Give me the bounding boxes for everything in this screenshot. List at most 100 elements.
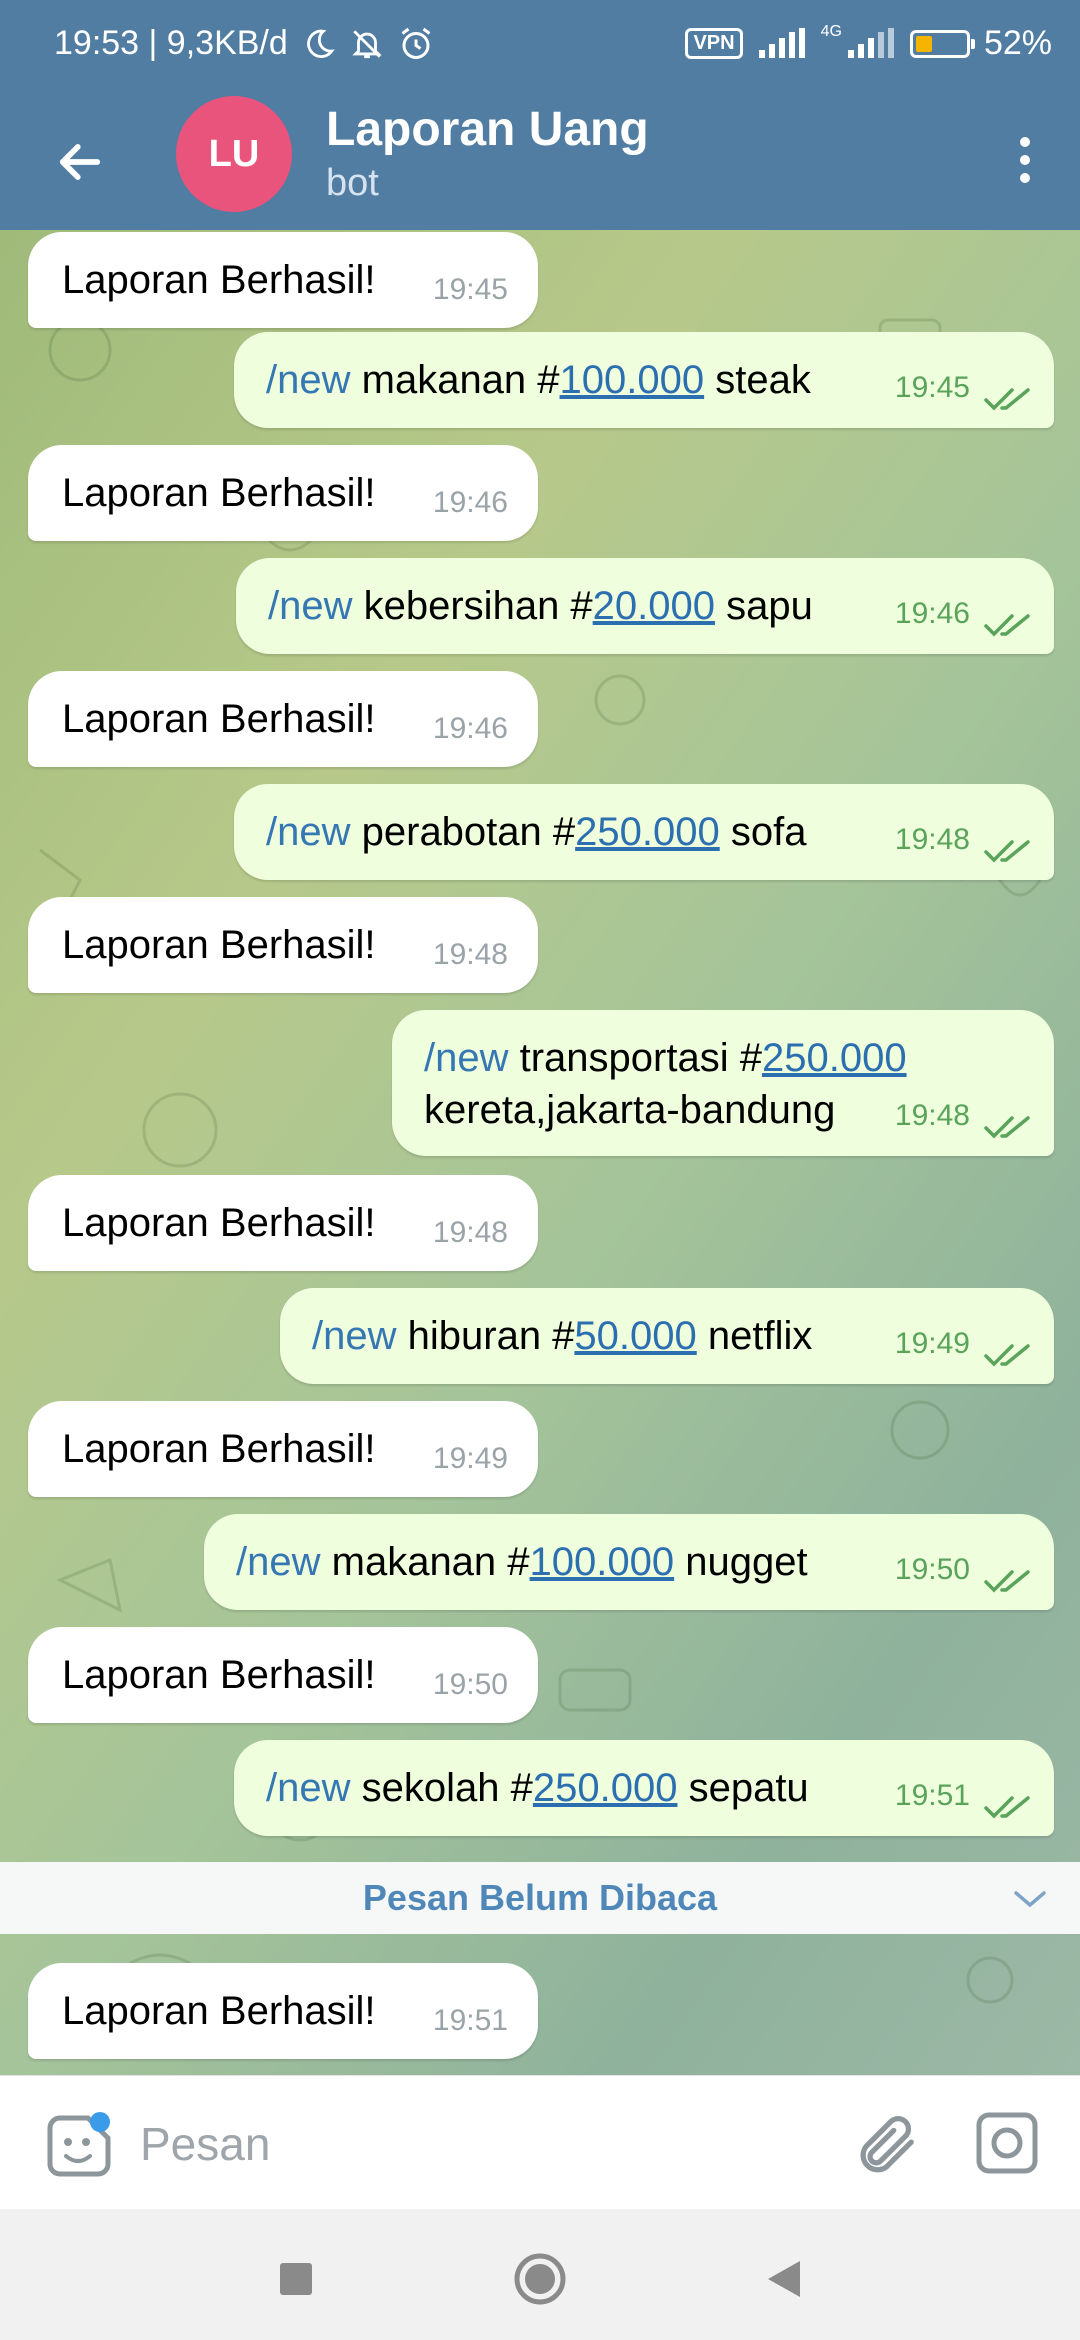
double-check-icon (984, 388, 1030, 411)
amount-link[interactable]: 250.000 (762, 1036, 907, 1080)
message-incoming[interactable]: Laporan Berhasil! 19:50 (28, 1627, 538, 1723)
message-time: 19:51 (432, 2004, 508, 2037)
amount-link[interactable]: 250.000 (533, 1766, 678, 1810)
message-incoming[interactable]: Laporan Berhasil! 19:46 (28, 671, 538, 767)
chevron-down-icon[interactable] (1012, 1887, 1048, 1911)
battery-icon (909, 29, 975, 58)
attach-button[interactable] (850, 2110, 920, 2180)
message-text: steak (715, 358, 811, 402)
chat-title[interactable]: Laporan Uang (326, 102, 649, 157)
message-text: sepatu (688, 1766, 809, 1810)
message-text: makanan # (331, 1540, 530, 1584)
message-text: makanan # (361, 358, 560, 402)
message-text: Laporan Berhasil! (62, 1653, 376, 1697)
message-text: perabotan # (361, 810, 576, 854)
double-check-icon (984, 840, 1030, 863)
message-text: Laporan Berhasil! (62, 1201, 376, 1245)
message-incoming[interactable]: Laporan Berhasil! 19:51 (28, 1963, 538, 2059)
arrow-left-icon (59, 144, 101, 180)
camera-button[interactable] (974, 2110, 1044, 2180)
more-menu-button[interactable] (990, 120, 1060, 200)
amount-link[interactable]: 20.000 (593, 584, 715, 628)
message-incoming[interactable]: Laporan Berhasil! 19:48 (28, 897, 538, 993)
message-text: Laporan Berhasil! (62, 923, 376, 967)
amount-link[interactable]: 100.000 (530, 1540, 675, 1584)
message-outgoing[interactable]: /new kebersihan #20.000 sapu 19:46 (236, 558, 1054, 654)
bot-command-link[interactable]: /new (266, 358, 351, 402)
message-text: hiburan # (407, 1314, 575, 1358)
signal-icon (758, 27, 805, 58)
sticker-button[interactable] (40, 2108, 116, 2184)
vpn-badge: VPN (685, 28, 743, 59)
amount-link[interactable]: 100.000 (560, 358, 705, 402)
message-time: 19:48 (894, 823, 970, 856)
moon-icon (306, 29, 335, 58)
unread-messages-divider: Pesan Belum Dibaca (0, 1862, 1080, 1934)
amount-link[interactable]: 250.000 (575, 810, 720, 854)
message-time: 19:46 (432, 486, 508, 519)
circle-icon (514, 2253, 566, 2305)
message-outgoing[interactable]: /new perabotan #250.000 sofa 19:48 (234, 784, 1054, 880)
system-nav-bar (0, 2209, 1080, 2340)
chat-header: LU Laporan Uang bot (0, 96, 1080, 230)
signal-4g-icon (847, 27, 894, 58)
message-outgoing[interactable]: /new makanan #100.000 steak 19:45 (234, 332, 1054, 428)
bot-command-link[interactable]: /new (266, 1766, 351, 1810)
double-check-icon (984, 1116, 1030, 1139)
composer (0, 2075, 1080, 2210)
message-incoming[interactable]: Laporan Berhasil! 19:46 (28, 445, 538, 541)
bot-command-link[interactable]: /new (268, 584, 353, 628)
message-text: Laporan Berhasil! (62, 1989, 376, 2033)
more-vertical-icon (1020, 137, 1030, 183)
message-outgoing[interactable]: /new transportasi #250.000 kereta,jakart… (392, 1010, 1054, 1156)
back-button[interactable] (44, 126, 116, 198)
message-time: 19:51 (894, 1779, 970, 1812)
unread-label: Pesan Belum Dibaca (362, 1877, 718, 1918)
recents-button[interactable] (266, 2249, 326, 2309)
message-outgoing[interactable]: /new makanan #100.000 nugget 19:50 (204, 1514, 1054, 1610)
message-outgoing[interactable]: /new sekolah #250.000 sepatu 19:51 (234, 1740, 1054, 1836)
sticker-icon (47, 2112, 111, 2177)
message-time: 19:50 (894, 1553, 970, 1586)
message-time: 19:49 (432, 1442, 508, 1475)
avatar-initials: LU (208, 132, 260, 175)
message-input[interactable] (138, 2110, 802, 2178)
alarm-icon (401, 27, 431, 59)
message-time: 19:46 (894, 597, 970, 630)
chat-subtitle: bot (326, 162, 379, 204)
message-time: 19:49 (894, 1327, 970, 1360)
message-incoming[interactable]: Laporan Berhasil! 19:49 (28, 1401, 538, 1497)
message-time: 19:50 (432, 1668, 508, 1701)
message-text: nugget (685, 1540, 808, 1584)
message-text: Laporan Berhasil! (62, 258, 376, 302)
message-text: Laporan Berhasil! (62, 471, 376, 515)
message-time: 19:46 (432, 712, 508, 745)
status-time-speed: 19:53 | 9,3KB/d (54, 24, 288, 62)
message-incoming[interactable]: Laporan Berhasil! 19:48 (28, 1175, 538, 1271)
triangle-back-icon (768, 2261, 800, 2297)
avatar[interactable]: LU (176, 96, 292, 212)
message-text: kebersihan # (363, 584, 593, 628)
message-incoming[interactable]: Laporan Berhasil! 19:45 (28, 232, 538, 328)
message-time: 19:45 (894, 371, 970, 404)
camera-icon (976, 2112, 1038, 2174)
paperclip-icon (860, 2116, 914, 2173)
message-text: sekolah # (361, 1766, 533, 1810)
bot-command-link[interactable]: /new (424, 1036, 509, 1080)
back-nav-button[interactable] (754, 2249, 814, 2309)
message-outgoing[interactable]: /new hiburan #50.000 netflix 19:49 (280, 1288, 1054, 1384)
message-text: kereta,jakarta-bandung (424, 1088, 836, 1132)
double-check-icon (984, 1570, 1030, 1593)
message-text: transportasi # (519, 1036, 762, 1080)
battery-percent: 52% (983, 24, 1052, 62)
message-time: 19:48 (894, 1099, 970, 1132)
message-text: Laporan Berhasil! (62, 697, 376, 741)
message-time: 19:48 (432, 1216, 508, 1249)
home-button[interactable] (510, 2249, 570, 2309)
bot-command-link[interactable]: /new (236, 1540, 321, 1584)
bot-command-link[interactable]: /new (312, 1314, 397, 1358)
bot-command-link[interactable]: /new (266, 810, 351, 854)
amount-link[interactable]: 50.000 (574, 1314, 696, 1358)
message-text: Laporan Berhasil! (62, 1427, 376, 1471)
status-bar: 19:53 | 9,3KB/d VPN 4G 52% (0, 0, 1080, 96)
